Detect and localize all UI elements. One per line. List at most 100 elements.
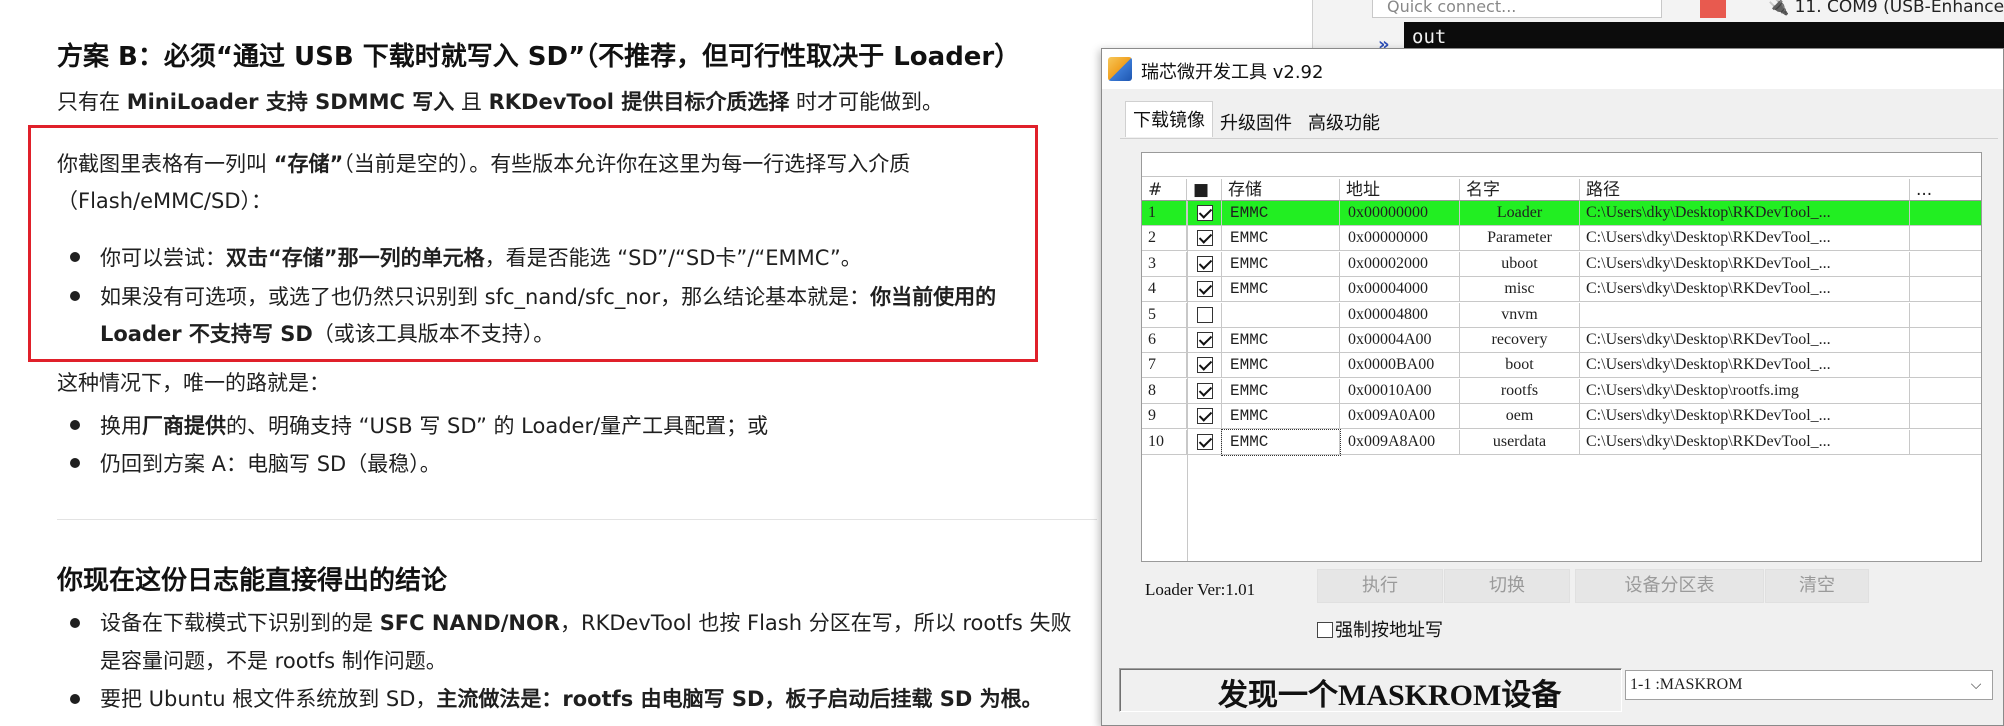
cell-name[interactable]: boot [1460,353,1580,379]
row-more-cell[interactable] [1910,379,1981,404]
checkbox-checked-icon[interactable] [1197,408,1213,425]
row-more-cell[interactable] [1910,303,1981,328]
header-check[interactable]: ■ [1187,179,1222,201]
table-row[interactable]: 7 EMMC 0x0000BA00 boot C:\Users\dky\Desktop\… [1142,353,1981,379]
cell-num[interactable]: 2 [1142,226,1187,252]
row-more-cell[interactable] [1910,328,1981,353]
cell-name[interactable]: uboot [1460,251,1580,277]
header-path[interactable]: 路径 [1580,179,1910,201]
cell-path[interactable]: C:\Users\dky\Desktop\RKDevTool_... [1580,251,1910,277]
cell-address[interactable]: 0x00004800 [1340,302,1460,328]
row-more-cell[interactable] [1910,252,1981,277]
table-row[interactable]: 10 EMMC 0x009A8A00 userdata C:\Users\dky\Des… [1142,428,1981,456]
tab-upgrade-firmware[interactable]: 升级固件 [1213,105,1299,137]
cell-num[interactable]: 4 [1142,277,1187,303]
cell-storage[interactable]: EMMC [1221,428,1341,456]
table-row[interactable]: 3 EMMC 0x00002000 uboot C:\Users\dky\Desktop… [1142,251,1981,277]
table-row[interactable]: 5 0x00004800 vnvm [1142,302,1981,328]
cell-storage[interactable] [1222,302,1340,328]
checkbox-icon[interactable] [1317,622,1333,638]
cell-storage[interactable]: EMMC [1222,328,1340,353]
row-checkbox-cell[interactable] [1187,251,1222,277]
cell-num[interactable]: 10 [1142,429,1187,455]
cell-storage[interactable]: EMMC [1222,404,1340,430]
quick-connect-input[interactable]: Quick connect... [1372,0,1662,18]
cell-num[interactable]: 8 [1142,378,1187,404]
row-checkbox-cell[interactable] [1187,277,1222,303]
cell-storage[interactable]: EMMC [1222,378,1340,404]
row-checkbox-cell[interactable] [1187,328,1222,353]
partition-table-button[interactable]: 设备分区表 [1575,569,1764,603]
cell-address[interactable]: 0x00002000 [1340,251,1460,277]
cell-name[interactable]: Loader [1460,201,1580,226]
table-row[interactable]: 4 EMMC 0x00004000 misc C:\Users\dky\Desktop\… [1142,277,1981,303]
table-row[interactable]: 2 EMMC 0x00000000 Parameter C:\Users\dky\Des… [1142,226,1981,252]
table-row[interactable]: 9 EMMC 0x009A0A00 oem C:\Users\dky\Desktop\R… [1142,404,1981,430]
checkbox-checked-icon[interactable] [1197,255,1213,272]
row-more-cell[interactable] [1910,430,1981,455]
cell-address[interactable]: 0x0000BA00 [1340,353,1460,379]
cell-path[interactable]: C:\Users\dky\Desktop\RKDevTool_... [1580,277,1910,303]
cell-name[interactable]: rootfs [1460,378,1580,404]
cell-path[interactable]: C:\Users\dky\Desktop\RKDevTool_... [1580,353,1910,379]
checkbox-checked-icon[interactable] [1197,205,1213,221]
header-more[interactable]: ... [1910,179,1981,201]
cell-path[interactable]: C:\Users\dky\Desktop\RKDevTool_... [1580,404,1910,430]
table-row[interactable]: 8 EMMC 0x00010A00 rootfs C:\Users\dky\Deskto… [1142,378,1981,404]
checkbox-checked-icon[interactable] [1197,357,1213,374]
cell-num[interactable]: 6 [1142,328,1187,353]
window-titlebar[interactable]: 瑞芯微开发工具 v2.92 [1102,49,2003,89]
switch-button[interactable]: 切换 [1444,569,1570,603]
header-num[interactable]: # [1142,179,1187,201]
header-storage[interactable]: 存储 [1222,179,1340,201]
header-address[interactable]: 地址 [1340,179,1460,201]
cell-address[interactable]: 0x00000000 [1340,226,1460,252]
cell-num[interactable]: 5 [1142,302,1187,328]
cell-address[interactable]: 0x009A0A00 [1340,404,1460,430]
cell-path[interactable]: C:\Users\dky\Desktop\RKDevTool_... [1580,328,1910,353]
table-row[interactable]: 1 EMMC 0x00000000 Loader C:\Users\dky\Deskto… [1142,201,1981,226]
row-more-cell[interactable] [1910,201,1981,226]
cell-address[interactable]: 0x00004A00 [1340,328,1460,353]
cell-name[interactable]: userdata [1460,429,1580,455]
run-button[interactable]: 执行 [1317,569,1443,603]
header-name[interactable]: 名字 [1460,179,1580,201]
row-checkbox-cell[interactable] [1187,378,1222,404]
row-checkbox-cell[interactable] [1187,201,1222,226]
cell-num[interactable]: 9 [1142,404,1187,430]
row-more-cell[interactable] [1910,353,1981,379]
cell-address[interactable]: 0x00000000 [1340,201,1460,226]
row-checkbox-cell[interactable] [1187,353,1222,379]
row-checkbox-cell[interactable] [1187,302,1222,328]
terminal-session-tab[interactable]: 🔌 11. COM9 (USB-Enhanced-S [1768,0,2004,16]
cell-name[interactable]: vnvm [1460,302,1580,328]
checkbox-checked-icon[interactable] [1197,433,1213,450]
cell-storage[interactable]: EMMC [1222,226,1340,252]
cell-address[interactable]: 0x00010A00 [1340,378,1460,404]
cell-storage[interactable]: EMMC [1222,277,1340,303]
session-icon[interactable] [1700,0,1726,18]
cell-storage[interactable]: EMMC [1222,201,1340,226]
force-address-checkbox[interactable]: 强制按地址写 [1317,616,1443,642]
checkbox-checked-icon[interactable] [1197,382,1213,399]
chevron-down-icon[interactable]: ⌵ [1966,672,1986,698]
cell-path[interactable]: C:\Users\dky\Desktop\RKDevTool_... [1580,429,1910,455]
clear-button[interactable]: 清空 [1765,569,1869,603]
row-more-cell[interactable] [1910,226,1981,252]
cell-path[interactable]: C:\Users\dky\Desktop\RKDevTool_... [1580,201,1910,226]
cell-path[interactable]: C:\Users\dky\Desktop\RKDevTool_... [1580,226,1910,252]
row-checkbox-cell[interactable] [1187,404,1222,430]
cell-name[interactable]: recovery [1460,328,1580,353]
row-checkbox-cell[interactable] [1187,429,1222,455]
cell-name[interactable]: oem [1460,404,1580,430]
row-more-cell[interactable] [1910,277,1981,303]
checkbox-checked-icon[interactable] [1197,332,1213,348]
checkbox-checked-icon[interactable] [1197,230,1213,247]
cell-num[interactable]: 1 [1142,201,1187,226]
cell-path[interactable]: C:\Users\dky\Desktop\rootfs.img [1580,378,1910,404]
checkbox-checked-icon[interactable] [1197,281,1213,298]
partition-table[interactable]: # ■ 存储 地址 名字 路径 ... 1 EMMC 0x00000000 Loade… [1141,152,1982,562]
cell-num[interactable]: 3 [1142,251,1187,277]
row-checkbox-cell[interactable] [1187,226,1222,252]
cell-path[interactable] [1580,302,1910,328]
